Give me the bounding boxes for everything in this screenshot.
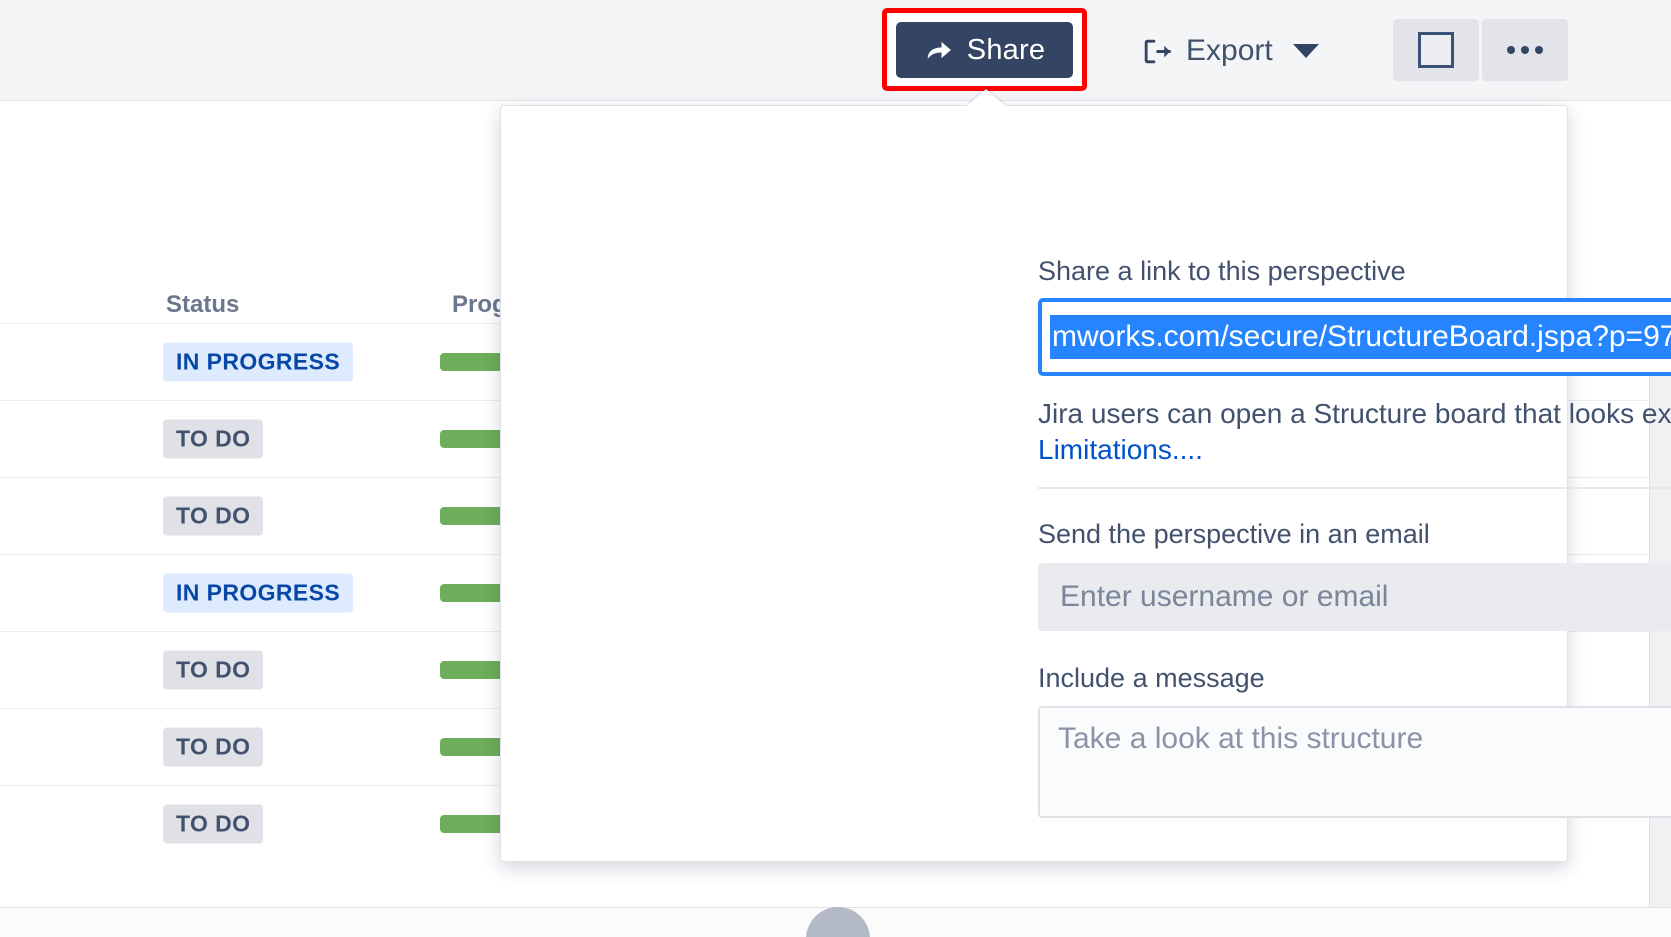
dialog-pointer-arrow (967, 89, 1005, 106)
email-section-title: Send the perspective in an email (1038, 519, 1430, 550)
share-button[interactable]: Share (896, 22, 1073, 78)
share-link-description-text: Jira users can open a Structure board th… (1038, 398, 1671, 429)
status-badge[interactable]: TO DO (163, 805, 263, 844)
share-button-label: Share (967, 34, 1045, 67)
export-icon (1141, 36, 1172, 67)
panel-toggle-button[interactable] (1393, 19, 1479, 81)
message-placeholder: Take a look at this structure (1058, 722, 1423, 755)
toolbar-icon-group (1393, 19, 1568, 81)
message-textarea[interactable]: Take a look at this structure (1038, 706, 1671, 818)
square-panel-icon (1418, 32, 1454, 68)
share-link-input[interactable]: mworks.com/secure/StructureBoard.jspa?p=… (1038, 298, 1671, 376)
share-arrow-icon (924, 35, 954, 65)
email-recipient-placeholder: Enter username or email (1060, 580, 1388, 614)
status-badge[interactable]: IN PROGRESS (163, 343, 353, 382)
message-section-title: Include a message (1038, 663, 1265, 694)
column-header-status[interactable]: Status (166, 291, 239, 319)
status-badge[interactable]: TO DO (163, 651, 263, 690)
email-recipient-select[interactable]: Enter username or email (1038, 563, 1671, 631)
dialog-divider (1038, 487, 1671, 489)
export-button[interactable]: Export (1135, 24, 1325, 78)
share-dialog: Share a link to this perspective mworks.… (500, 105, 1568, 862)
share-link-section-title: Share a link to this perspective (1038, 256, 1406, 287)
share-link-description: Jira users can open a Structure board th… (1038, 396, 1671, 468)
top-toolbar: Share Export (0, 0, 1671, 101)
status-badge[interactable]: TO DO (163, 497, 263, 536)
chevron-down-icon (1293, 44, 1319, 58)
limitations-link[interactable]: Limitations.... (1038, 434, 1203, 465)
share-link-value: mworks.com/secure/StructureBoard.jspa?p=… (1050, 315, 1671, 359)
more-ellipsis-icon (1507, 46, 1543, 54)
export-button-label: Export (1186, 34, 1273, 68)
dialog-actions: Share Cancel (1038, 867, 1671, 931)
status-badge[interactable]: IN PROGRESS (163, 574, 353, 613)
status-badge[interactable]: TO DO (163, 420, 263, 459)
more-options-button[interactable] (1482, 19, 1568, 81)
share-link-row: mworks.com/secure/StructureBoard.jspa?p=… (1038, 298, 1671, 376)
status-badge[interactable]: TO DO (163, 728, 263, 767)
